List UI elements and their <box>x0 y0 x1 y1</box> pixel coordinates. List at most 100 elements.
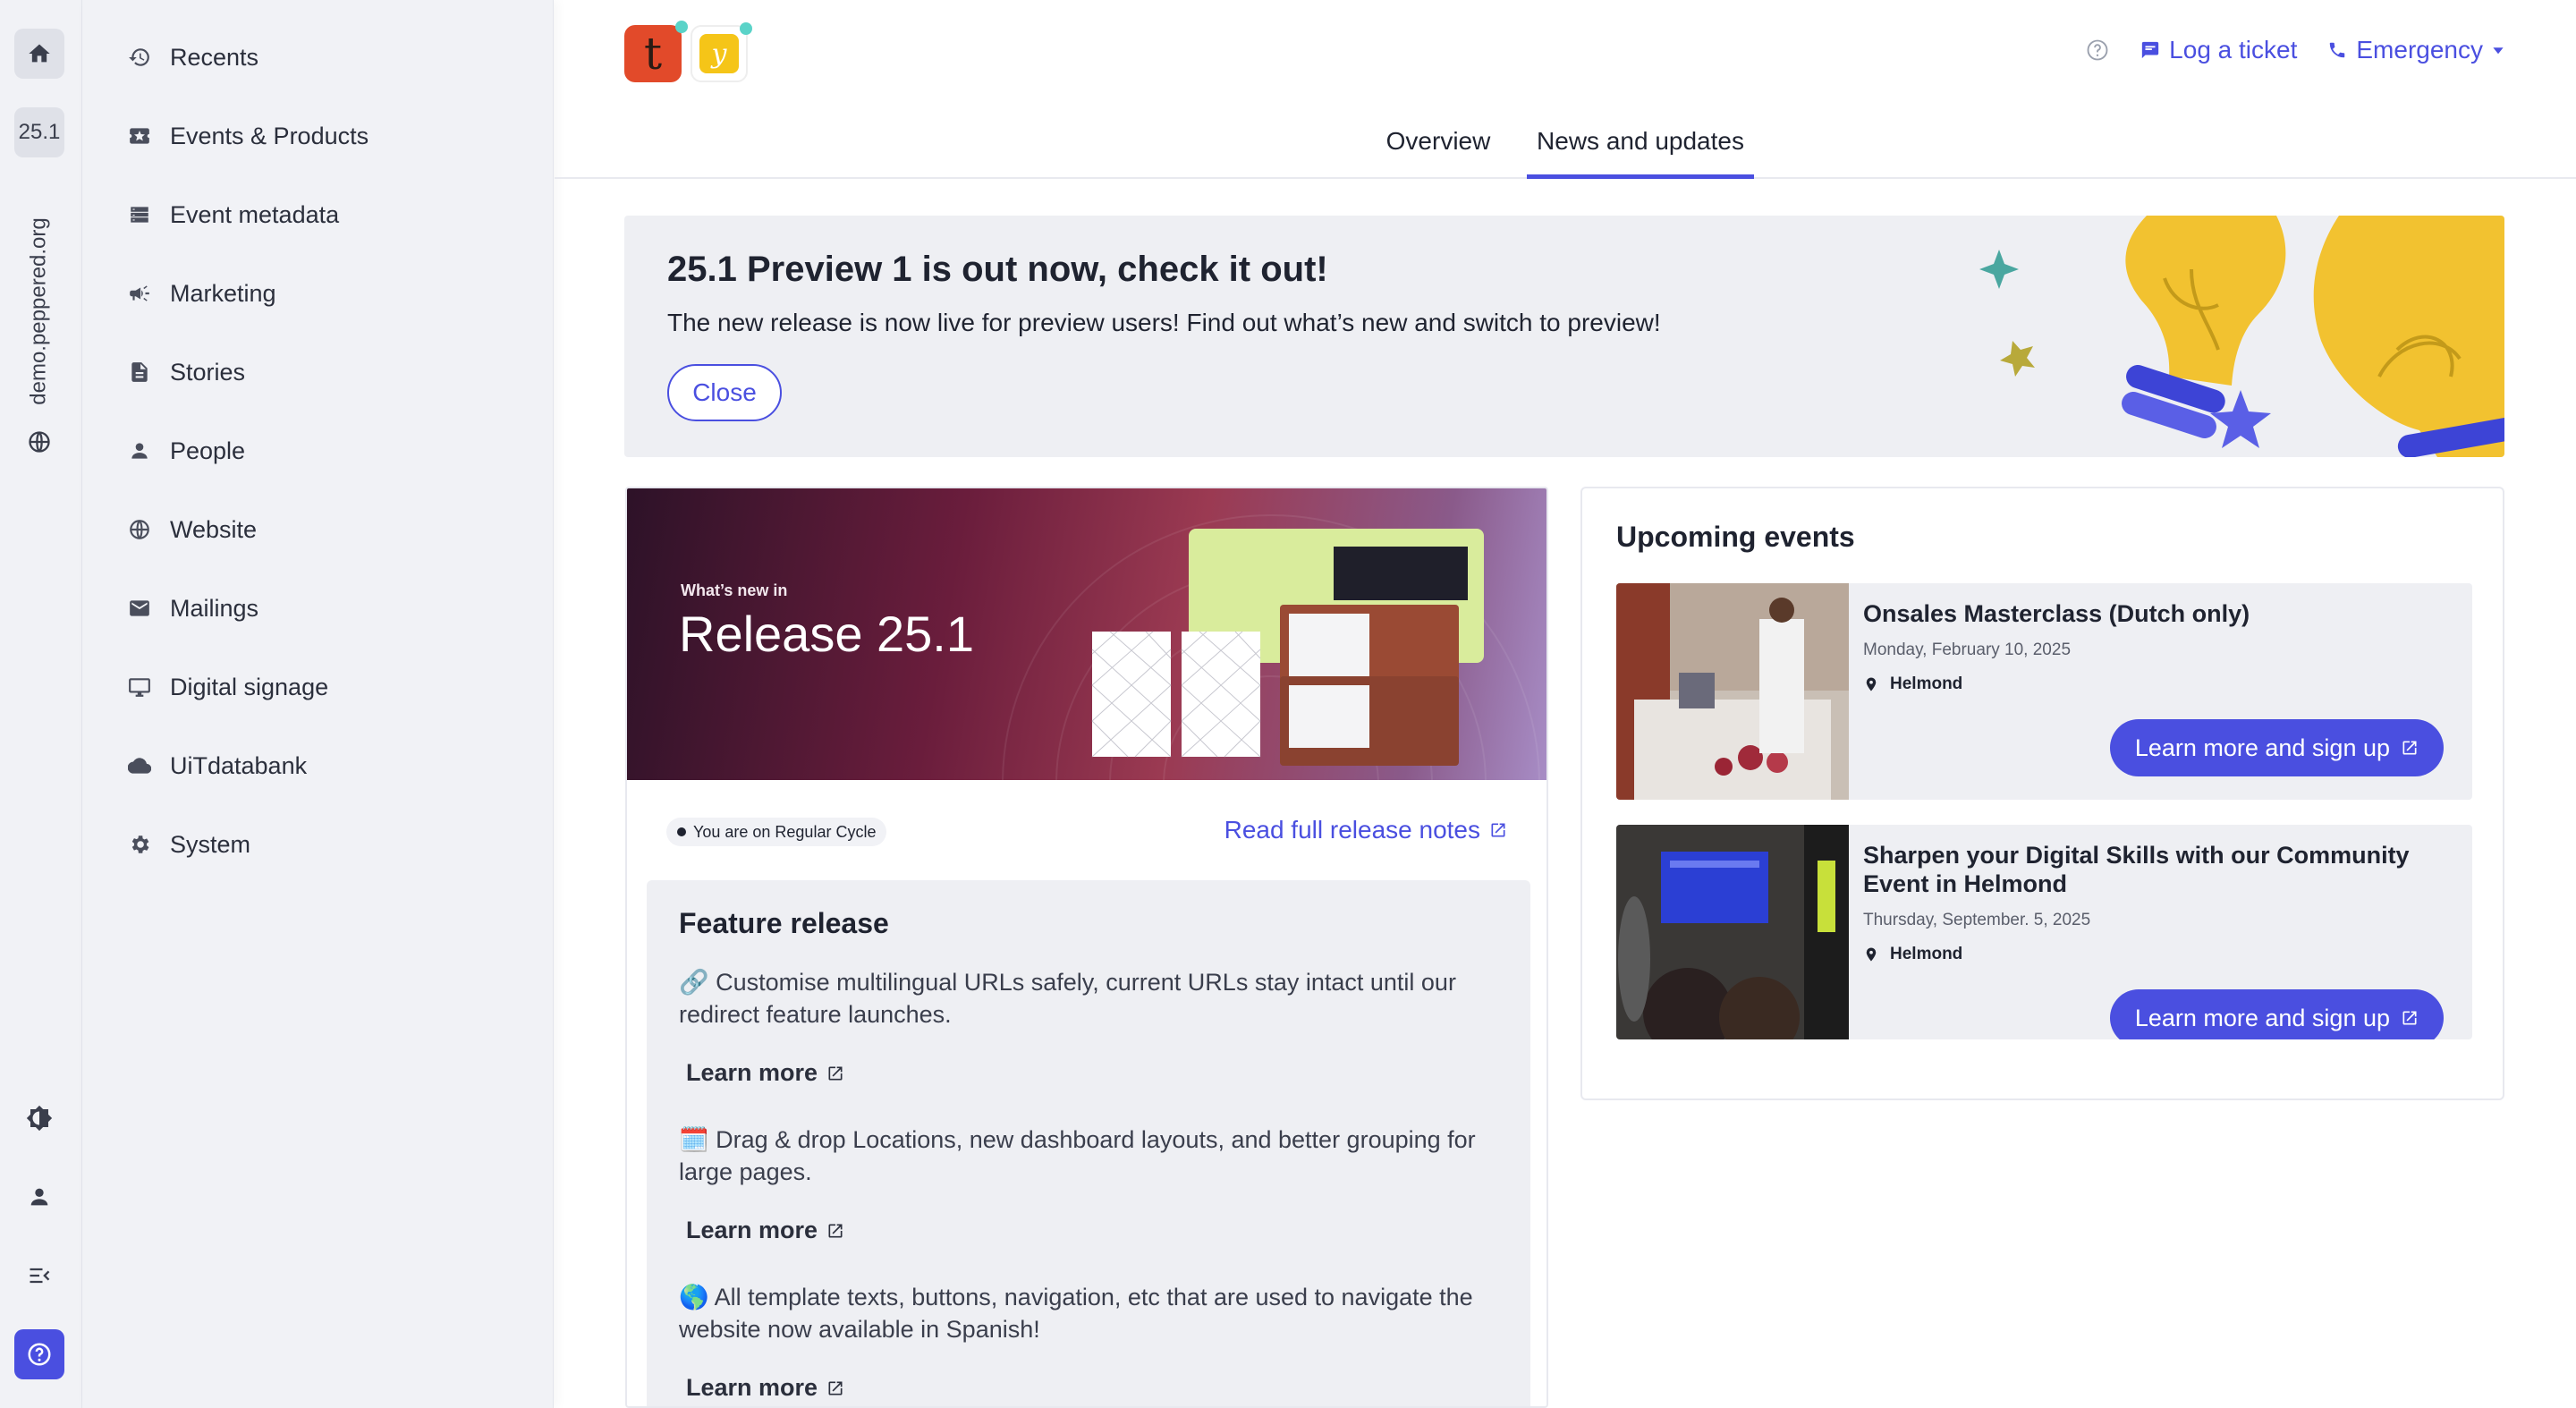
mail-icon <box>127 596 152 621</box>
nav-item-event-metadata[interactable]: Event metadata <box>127 190 339 240</box>
globe-icon <box>127 517 152 542</box>
feedback-icon <box>2142 41 2159 59</box>
nav-item-system[interactable]: System <box>127 819 250 869</box>
cycle-dot-icon <box>677 827 686 836</box>
caret-down-icon <box>2493 47 2504 55</box>
location-pin-icon <box>1866 677 1877 691</box>
event-photo <box>1616 583 1849 800</box>
cloud-icon <box>127 753 152 778</box>
external-link-icon <box>828 1066 843 1080</box>
release-cycle-badge: You are on Regular Cycle <box>666 818 887 846</box>
location-pin-icon <box>1866 947 1877 962</box>
help-icon <box>2087 39 2108 61</box>
home-icon <box>29 44 50 63</box>
learn-more-link[interactable]: Learn more <box>686 1217 844 1244</box>
event-location: Helmond <box>1863 945 1962 964</box>
top-actions: Log a ticket Emergency <box>2085 36 2504 64</box>
tab-news-and-updates[interactable]: News and updates <box>1527 116 1754 179</box>
gear-icon <box>127 832 152 857</box>
nav-label: Mailings <box>170 594 259 622</box>
external-link-icon <box>1491 823 1505 837</box>
feature-text: 🗓️ Drag & drop Locations, new dashboard … <box>679 1126 1476 1185</box>
document-icon <box>127 360 152 385</box>
organisation-switcher[interactable]: t y <box>624 21 752 82</box>
learn-more-link[interactable]: Learn more <box>686 1374 844 1402</box>
home-button[interactable] <box>14 29 64 79</box>
log-ticket-link[interactable]: Log a ticket <box>2140 36 2297 64</box>
log-ticket-label: Log a ticket <box>2169 36 2298 64</box>
menu-collapse-icon <box>30 1268 50 1284</box>
upcoming-events-card: Upcoming events Onsales Masterclass (Dut… <box>1580 487 2504 1100</box>
banner-text: The new release is now live for preview … <box>667 309 1661 336</box>
release-hero-image: What’s new in Release 25.1 <box>627 488 1546 780</box>
nav-label: People <box>170 437 246 464</box>
preview-banner: 25.1 Preview 1 is out now, check it out!… <box>624 216 2504 457</box>
org-logo-y[interactable]: y <box>691 22 752 82</box>
nav-item-stories[interactable]: Stories <box>127 347 245 397</box>
nav-item-marketing[interactable]: Marketing <box>127 268 276 318</box>
learn-more-link[interactable]: Learn more <box>686 1059 844 1087</box>
nav-label: System <box>170 830 251 858</box>
nav-item-events-products[interactable]: Events & Products <box>127 111 369 161</box>
nav-label: Event metadata <box>170 200 340 228</box>
event-item: Onsales Masterclass (Dutch only) Monday,… <box>1616 583 2472 800</box>
help-button[interactable] <box>14 1329 64 1379</box>
nav-item-uitdatabank[interactable]: UiTdatabank <box>127 741 307 791</box>
learn-more-sign-up-button[interactable]: Learn more and sign up <box>2109 719 2444 776</box>
event-date: Thursday, September. 5, 2025 <box>1863 911 2091 929</box>
globe-icon <box>29 431 50 453</box>
lightbulb-illustration <box>1979 216 2504 457</box>
list-icon <box>127 202 152 227</box>
nav-label: Stories <box>170 358 246 386</box>
emergency-label: Emergency <box>2356 36 2483 64</box>
event-date: Monday, February 10, 2025 <box>1863 640 2072 659</box>
main-content: t y Log a ticket Emergency Overview News… <box>555 0 2576 1408</box>
collapse-menu-button[interactable] <box>14 1251 64 1301</box>
tab-overview[interactable]: Overview <box>1376 116 1501 179</box>
nav-item-mailings[interactable]: Mailings <box>127 583 258 633</box>
nav-label: Marketing <box>170 279 276 307</box>
ticket-icon <box>127 123 152 148</box>
event-item: Sharpen your Digital Skills with our Com… <box>1616 825 2472 1039</box>
emergency-dropdown[interactable]: Emergency <box>2327 36 2504 64</box>
nav-item-digital-signage[interactable]: Digital signage <box>127 662 328 712</box>
feature-text: 🔗 Customise multilingual URLs safely, cu… <box>679 969 1456 1028</box>
site-globe-button[interactable] <box>14 417 64 467</box>
nav-label: Website <box>170 515 258 543</box>
events-heading: Upcoming events <box>1616 521 1855 553</box>
help-button[interactable] <box>2085 38 2110 63</box>
external-link-icon <box>2402 1011 2417 1025</box>
event-title: Onsales Masterclass (Dutch only) <box>1863 600 2250 627</box>
event-photo <box>1616 825 1849 1039</box>
release-eyebrow: What’s new in <box>681 581 788 599</box>
nav-item-website[interactable]: Website <box>127 505 257 555</box>
event-location: Helmond <box>1863 674 1962 694</box>
megaphone-icon <box>127 281 152 306</box>
brightness-icon <box>26 1105 53 1132</box>
nav-label: Recents <box>170 43 259 71</box>
version-badge[interactable]: 25.1 <box>14 107 64 157</box>
icon-rail: 25.1 demo.peppered.org <box>0 0 82 1408</box>
feature-release-panel: Feature release 🔗 Customise multilingual… <box>647 880 1530 1406</box>
org-logo-t[interactable]: t <box>624 21 688 82</box>
page-tabs: Overview News and updates <box>555 116 2576 179</box>
site-name[interactable]: demo.peppered.org <box>21 204 57 419</box>
account-button[interactable] <box>14 1172 64 1222</box>
main-navigation: Recents Events & Products Event metadata… <box>82 0 554 1408</box>
nav-label: Events & Products <box>170 122 369 149</box>
external-link-icon <box>2402 741 2417 755</box>
nav-item-people[interactable]: People <box>127 426 245 476</box>
close-banner-button[interactable]: Close <box>667 364 782 421</box>
person-icon <box>127 438 152 463</box>
theme-toggle-button[interactable] <box>14 1093 64 1143</box>
nav-item-recents[interactable]: Recents <box>127 32 258 82</box>
nav-label: Digital signage <box>170 673 329 700</box>
external-link-icon <box>828 1381 843 1395</box>
person-icon <box>30 1188 48 1206</box>
release-notes-link[interactable]: Read full release notes <box>1224 816 1507 844</box>
monitor-icon <box>127 674 152 700</box>
feature-heading: Feature release <box>679 907 889 939</box>
nav-label: UiTdatabank <box>170 751 308 779</box>
event-title: Sharpen your Digital Skills with our Com… <box>1863 842 2410 897</box>
learn-more-sign-up-button[interactable]: Learn more and sign up <box>2109 989 2444 1039</box>
